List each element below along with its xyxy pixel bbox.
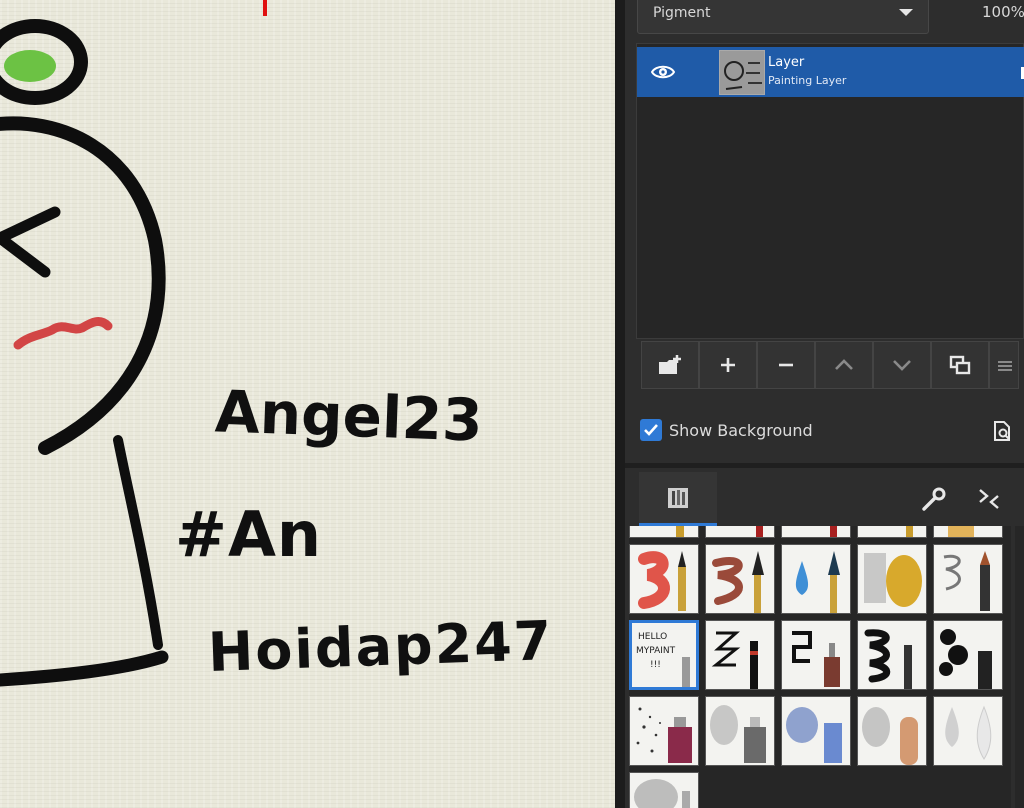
brush-thumbnail[interactable] [933, 696, 1003, 766]
svg-text:!!!: !!! [650, 660, 661, 670]
brush-thumbnail[interactable] [781, 526, 851, 538]
layers-brush-panel: Pigment 100% Layer Painting Layer Show B… [625, 0, 1024, 808]
chevron-down-icon [899, 9, 913, 16]
opacity-value[interactable]: 100% [982, 3, 1024, 21]
brush-group-icon [668, 487, 688, 508]
svg-text:HELLO: HELLO [638, 632, 667, 642]
brush-settings-icon[interactable] [921, 486, 947, 512]
blend-mode-dropdown[interactable]: Pigment [637, 0, 929, 34]
move-layer-down-button[interactable] [873, 341, 931, 389]
layer-toolbar [641, 341, 1019, 389]
show-background-checkbox[interactable] [640, 419, 662, 441]
merge-layer-button[interactable] [989, 341, 1019, 389]
brush-thumbnail[interactable] [933, 526, 1003, 538]
eye-icon[interactable] [651, 62, 675, 82]
brush-thumbnail-selected[interactable]: HELLO MYPAINT !!! [629, 620, 699, 690]
brush-thumbnail[interactable] [781, 544, 851, 614]
swap-brush-icon[interactable] [977, 486, 1001, 512]
brush-thumbnail[interactable] [629, 696, 699, 766]
brush-thumbnail[interactable] [705, 544, 775, 614]
duplicate-layer-button[interactable] [931, 341, 989, 389]
add-layer-group-button[interactable] [641, 341, 699, 389]
plus-icon [721, 358, 735, 372]
brush-thumbnail[interactable] [857, 620, 927, 690]
brush-thumbnail[interactable] [857, 526, 927, 538]
brush-thumbnail[interactable] [933, 620, 1003, 690]
brush-thumbnail[interactable] [705, 696, 775, 766]
brush-thumbnail[interactable] [781, 696, 851, 766]
minus-icon [779, 363, 793, 367]
brush-thumbnail[interactable] [933, 544, 1003, 614]
layer-row-selected[interactable]: Layer Painting Layer [637, 47, 1024, 97]
brush-thumbnail[interactable] [629, 772, 699, 808]
handwritten-text-line: Angel23 [213, 377, 484, 455]
duplicate-icon [949, 355, 971, 375]
merge-icon [998, 361, 1012, 371]
brush-grid[interactable]: HELLO MYPAINT !!! [629, 526, 1011, 808]
drawing-canvas[interactable]: Angel23 #An Hoidap247 [0, 0, 615, 808]
move-layer-up-button[interactable] [815, 341, 873, 389]
show-background-toggle[interactable]: Show Background [640, 418, 813, 442]
handwritten-text-line: #An [175, 498, 323, 571]
layer-type: Painting Layer [768, 74, 847, 87]
handwritten-text-line: Hoidap247 [207, 608, 555, 685]
panel-splitter[interactable] [615, 0, 625, 808]
tab-brushes[interactable] [639, 472, 717, 526]
brush-thumbnail[interactable] [629, 544, 699, 614]
svg-text:MYPAINT: MYPAINT [636, 646, 676, 656]
brush-thumbnail[interactable] [857, 544, 927, 614]
layer-name: Layer [768, 55, 805, 70]
new-group-icon [659, 355, 681, 374]
chevron-up-icon [835, 359, 853, 370]
layer-list[interactable]: Layer Painting Layer [636, 43, 1024, 339]
blend-mode-value: Pigment [653, 5, 711, 21]
brush-thumbnail[interactable] [705, 620, 775, 690]
background-settings-icon[interactable] [991, 420, 1013, 442]
show-background-label: Show Background [669, 420, 813, 440]
brush-panel-tabs [625, 468, 1024, 526]
brush-thumbnail[interactable] [857, 696, 927, 766]
brush-thumbnail[interactable] [705, 526, 775, 538]
checkmark-icon [644, 424, 658, 436]
add-layer-button[interactable] [699, 341, 757, 389]
remove-layer-button[interactable] [757, 341, 815, 389]
chevron-down-icon [893, 360, 911, 371]
brush-thumbnail[interactable] [781, 620, 851, 690]
layer-thumbnail [719, 50, 765, 95]
brush-grid-scrollbar[interactable] [1015, 526, 1024, 808]
brush-thumbnail[interactable] [629, 526, 699, 538]
